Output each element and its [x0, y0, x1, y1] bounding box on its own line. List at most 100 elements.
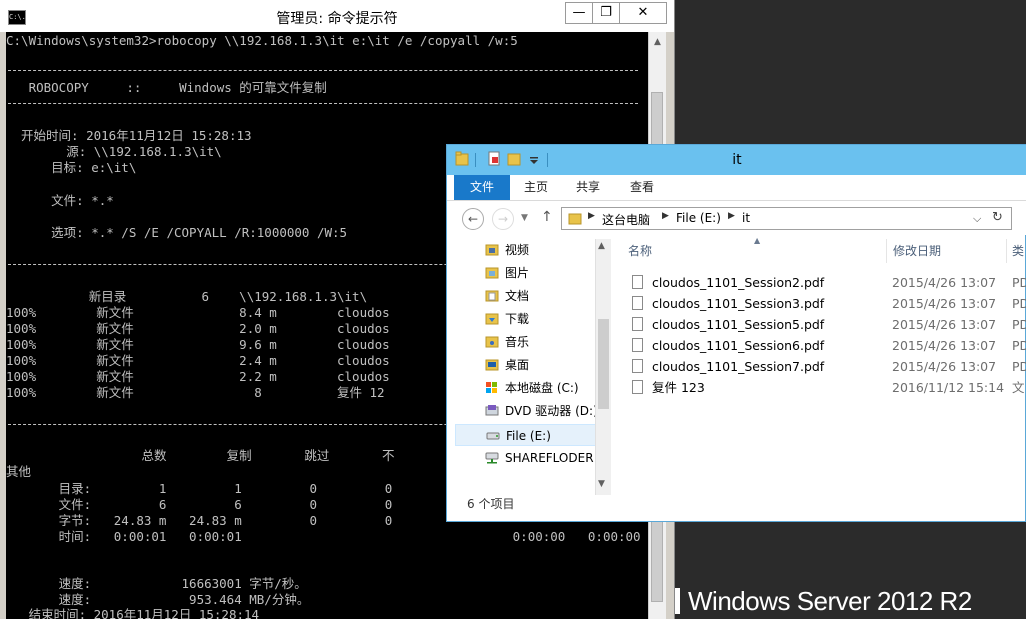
sidebar-item-desktop[interactable]: 桌面	[455, 354, 601, 376]
file-list: ▲ 名称 修改日期 类 cloudos_1101_Session2.pdf 201…	[612, 236, 1026, 495]
address-bar[interactable]: ▶ 这台电脑 ▶ File (E:) ▶ it ⌵ ↻	[561, 207, 1012, 230]
console-line: 100% 新文件 8.4 m cloudos	[6, 305, 390, 320]
sidebar-item-videos[interactable]: 视频	[455, 239, 601, 261]
file-name: 复件 123	[652, 380, 705, 395]
console-line: 源: \\192.168.1.3\it\	[6, 144, 222, 159]
console-line: 目录: 1 1 0 0	[6, 481, 393, 496]
column-header-type[interactable]: 类	[1007, 239, 1026, 263]
file-row[interactable]: cloudos_1101_Session5.pdf 2015/4/26 13:07…	[628, 314, 1026, 335]
tab-file[interactable]: 文件	[454, 175, 510, 200]
breadcrumb-it[interactable]: it	[742, 211, 750, 225]
refresh-icon[interactable]: ↻	[992, 210, 1003, 225]
console-line: 其他	[6, 464, 32, 479]
console-line: 字节: 24.83 m 24.83 m 0 0	[6, 513, 393, 528]
file-name: cloudos_1101_Session6.pdf	[652, 338, 825, 353]
file-type: 文	[1012, 380, 1025, 395]
file-row[interactable]: cloudos_1101_Session6.pdf 2015/4/26 13:07…	[628, 335, 1026, 356]
file-row[interactable]: cloudos_1101_Session3.pdf 2015/4/26 13:07…	[628, 293, 1026, 314]
branding-text: Windows Server 2012 R2	[688, 586, 972, 616]
file-date: 2015/4/26 13:07	[892, 275, 997, 290]
file-row[interactable]: cloudos_1101_Session2.pdf 2015/4/26 13:07…	[628, 272, 1026, 293]
sidebar-item-label: 桌面	[505, 358, 530, 372]
close-button[interactable]: ✕	[619, 2, 667, 24]
downloads-folder-icon	[485, 313, 499, 325]
drive-icon	[486, 432, 500, 440]
console-line: 选项: *.* /S /E /COPYALL /R:1000000 /W:5	[6, 225, 348, 240]
explorer-title: it	[732, 152, 742, 168]
scrollbar-thumb[interactable]	[598, 319, 609, 409]
sidebar-item-downloads[interactable]: 下载	[455, 308, 601, 330]
sidebar-item-label: 下载	[505, 312, 530, 326]
pdf-file-icon	[632, 359, 643, 373]
folder-icon	[568, 213, 582, 225]
maximize-button[interactable]: ❐	[592, 2, 620, 24]
explorer-titlebar[interactable]: it	[447, 145, 1026, 175]
sidebar-item-documents[interactable]: 文档	[455, 285, 601, 307]
minimize-button[interactable]: —	[565, 2, 593, 24]
windows-branding: Windows Server 2012 R2	[674, 586, 972, 617]
music-folder-icon	[485, 336, 499, 348]
pdf-file-icon	[632, 296, 643, 310]
sidebar-item-sharefloder[interactable]: SHAREFLODER	[455, 447, 601, 469]
file-name: cloudos_1101_Session7.pdf	[652, 359, 825, 374]
forward-arrow-icon[interactable]: →	[492, 208, 514, 230]
sidebar-item-label: DVD 驱动器 (D:)	[505, 404, 598, 418]
chevron-down-icon[interactable]: ⌵	[973, 212, 981, 226]
console-line: 文件: 6 6 0 0	[6, 497, 393, 512]
sidebar-item-label: File (E:)	[506, 429, 551, 443]
console-line: 文件: *.*	[6, 193, 114, 208]
file-name: cloudos_1101_Session5.pdf	[652, 317, 825, 332]
sidebar-item-label: 图片	[505, 266, 530, 280]
sidebar-item-local-disk-c[interactable]: 本地磁盘 (C:)	[455, 377, 601, 399]
pdf-file-icon	[632, 338, 643, 352]
column-header-date[interactable]: 修改日期	[887, 239, 1007, 263]
scroll-up-icon[interactable]: ▲	[598, 241, 605, 251]
scroll-up-icon[interactable]: ▲	[649, 34, 666, 50]
breadcrumb-this-pc[interactable]: 这台电脑	[602, 211, 650, 228]
file-date: 2016/11/12 15:14	[892, 380, 1005, 395]
scroll-down-icon[interactable]: ▼	[598, 479, 605, 489]
console-line: 时间: 0:00:01 0:00:01 0:00:00 0:00:00	[6, 529, 641, 544]
file-type: PD	[1012, 359, 1026, 374]
console-line: 100% 新文件 2.2 m cloudos	[6, 369, 390, 384]
sidebar-item-pictures[interactable]: 图片	[455, 262, 601, 284]
dvd-drive-icon	[485, 405, 499, 416]
tab-share[interactable]: 共享	[562, 175, 614, 200]
sidebar-item-label: 本地磁盘 (C:)	[505, 381, 579, 395]
explorer-window: it 文件 主页 共享 查看 ← → ▼ ↑ ▶ 这台电脑 ▶ File (E:…	[446, 144, 1026, 522]
console-line: ROBOCOPY :: Windows 的可靠文件复制	[6, 80, 327, 95]
recent-locations-icon[interactable]: ▼	[521, 213, 528, 223]
sidebar-item-label: 文档	[505, 289, 530, 303]
breadcrumb-separator-icon[interactable]: ▶	[588, 211, 595, 221]
console-line: 100% 新文件 9.6 m cloudos	[6, 337, 390, 352]
column-header-name[interactable]: 名称	[612, 239, 887, 263]
ribbon-tabs: 文件 主页 共享 查看	[447, 175, 1026, 201]
file-row[interactable]: cloudos_1101_Session7.pdf 2015/4/26 13:07…	[628, 356, 1026, 377]
console-line: 100% 新文件 8 复件 12	[6, 385, 385, 400]
sidebar-item-label: 音乐	[505, 335, 530, 349]
console-line: 开始时间: 2016年11月12日 15:28:13	[6, 128, 252, 143]
file-row[interactable]: 复件 123 2016/11/12 15:14 文	[628, 377, 1026, 398]
breadcrumb-separator-icon[interactable]: ▶	[662, 211, 669, 221]
up-arrow-icon[interactable]: ↑	[541, 209, 553, 225]
sidebar-item-file-e[interactable]: File (E:)	[455, 424, 601, 446]
cmd-titlebar[interactable]: C:\. 管理员: 命令提示符 — ❐ ✕	[0, 0, 674, 32]
tab-view[interactable]: 查看	[614, 175, 670, 200]
console-line: 结束时间: 2016年11月12日 15:28:14	[6, 607, 260, 619]
navigation-scrollbar[interactable]: ▲ ▼	[595, 239, 611, 495]
text-file-icon	[632, 380, 643, 394]
breadcrumb-drive-e[interactable]: File (E:)	[676, 211, 721, 225]
local-disk-icon	[486, 382, 497, 393]
breadcrumb-separator-icon[interactable]: ▶	[728, 211, 735, 221]
tab-home[interactable]: 主页	[510, 175, 562, 200]
sidebar-item-dvd-d[interactable]: DVD 驱动器 (D:)	[455, 400, 601, 422]
pdf-file-icon	[632, 317, 643, 331]
sidebar-item-music[interactable]: 音乐	[455, 331, 601, 353]
status-bar-item-count: 6 个项目	[467, 497, 515, 511]
console-line: 速度: 16663001 字节/秒。	[6, 576, 307, 591]
console-line: 新目录 6 \\192.168.1.3\it\	[6, 289, 368, 304]
file-name: cloudos_1101_Session3.pdf	[652, 296, 825, 311]
file-date: 2015/4/26 13:07	[892, 359, 997, 374]
sidebar-item-label: 视频	[505, 243, 530, 257]
back-arrow-icon[interactable]: ←	[462, 208, 484, 230]
